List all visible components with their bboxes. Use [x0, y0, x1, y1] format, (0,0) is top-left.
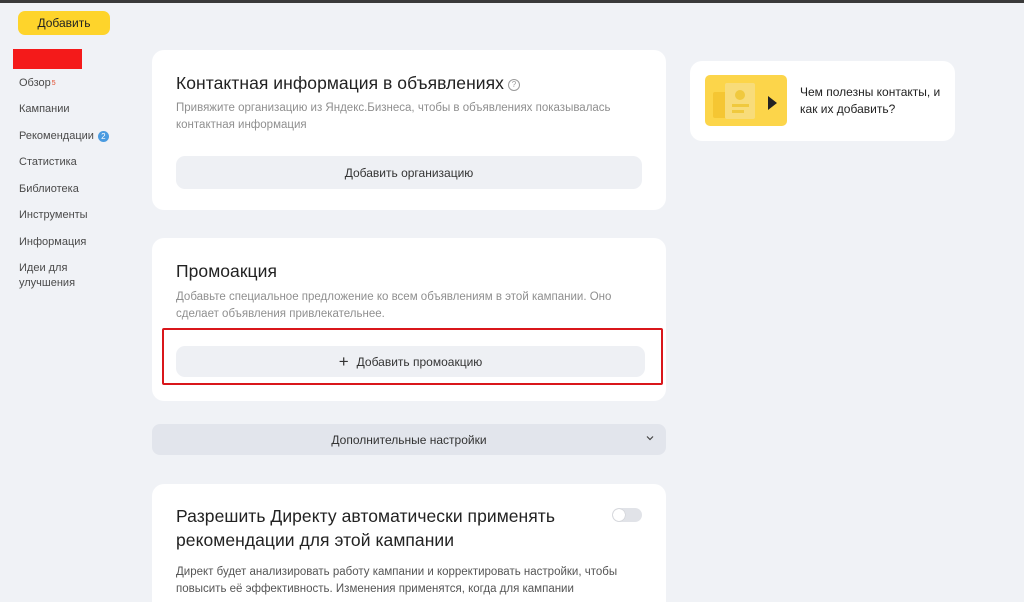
sidebar-item-statistics[interactable]: Статистика	[19, 155, 77, 170]
additional-settings-toggle[interactable]: Дополнительные настройки	[152, 424, 666, 455]
play-icon	[768, 96, 777, 110]
sidebar-item-information[interactable]: Информация	[19, 235, 86, 250]
video-thumbnail-illustration	[713, 83, 777, 119]
promo-title: Промоакция	[176, 261, 277, 281]
help-icon[interactable]: ?	[507, 78, 520, 91]
contact-info-title: Контактная информация в объявлениях?	[176, 73, 520, 94]
add-button[interactable]: Добавить	[18, 11, 110, 35]
sidebar-item-label: Статистика	[19, 156, 77, 168]
contact-info-title-text: Контактная информация в объявлениях	[176, 73, 504, 93]
sidebar-item-label: Инструменты	[19, 209, 88, 221]
video-thumbnail[interactable]	[705, 75, 787, 126]
sidebar-item-label: Идеи для улучшения	[19, 262, 76, 289]
recommendations-count-badge: 2	[97, 130, 109, 142]
highlight-frame	[162, 328, 663, 385]
sidebar-item-recommendations[interactable]: Рекомендации 2	[19, 129, 109, 144]
sidebar-item-library[interactable]: Библиотека	[19, 182, 79, 197]
contact-info-card: Контактная информация в объявлениях? При…	[152, 50, 666, 210]
sidebar-item-ideas[interactable]: Идеи для улучшения	[19, 261, 109, 291]
toggle-knob	[613, 509, 625, 521]
sidebar-item-overview[interactable]: Обзор5	[19, 76, 56, 91]
redacted-account-block	[13, 49, 82, 69]
sidebar-item-campaigns[interactable]: Кампании	[19, 102, 70, 117]
sidebar-item-label: Обзор	[19, 77, 51, 89]
auto-apply-title: Разрешить Директу автоматически применят…	[176, 506, 556, 550]
contacts-video-title: Чем полезны контакты, и как их добавить?	[800, 85, 941, 116]
sidebar-item-label: Информация	[19, 236, 87, 248]
sidebar-item-label: Рекомендации	[19, 130, 94, 142]
add-organization-button[interactable]: Добавить организацию	[176, 156, 642, 189]
auto-apply-card: Разрешить Директу автоматически применят…	[152, 484, 666, 602]
sidebar-item-tools[interactable]: Инструменты	[19, 208, 88, 223]
additional-settings-label: Дополнительные настройки	[331, 432, 487, 447]
chevron-down-icon	[646, 436, 654, 441]
contacts-video-card[interactable]: Чем полезны контакты, и как их добавить?	[690, 61, 955, 141]
contact-info-description: Привяжите организацию из Яндекс.Бизнеса,…	[176, 102, 611, 131]
window-top-border	[0, 0, 1024, 3]
sidebar-item-label: Кампании	[19, 103, 70, 115]
auto-apply-toggle[interactable]	[612, 508, 642, 522]
auto-apply-description: Директ будет анализировать работу кампан…	[176, 566, 618, 595]
sidebar-item-label: Библиотека	[19, 183, 79, 195]
promo-description: Добавьте специальное предложение ко всем…	[176, 291, 612, 320]
overview-count-badge: 5	[51, 80, 56, 87]
